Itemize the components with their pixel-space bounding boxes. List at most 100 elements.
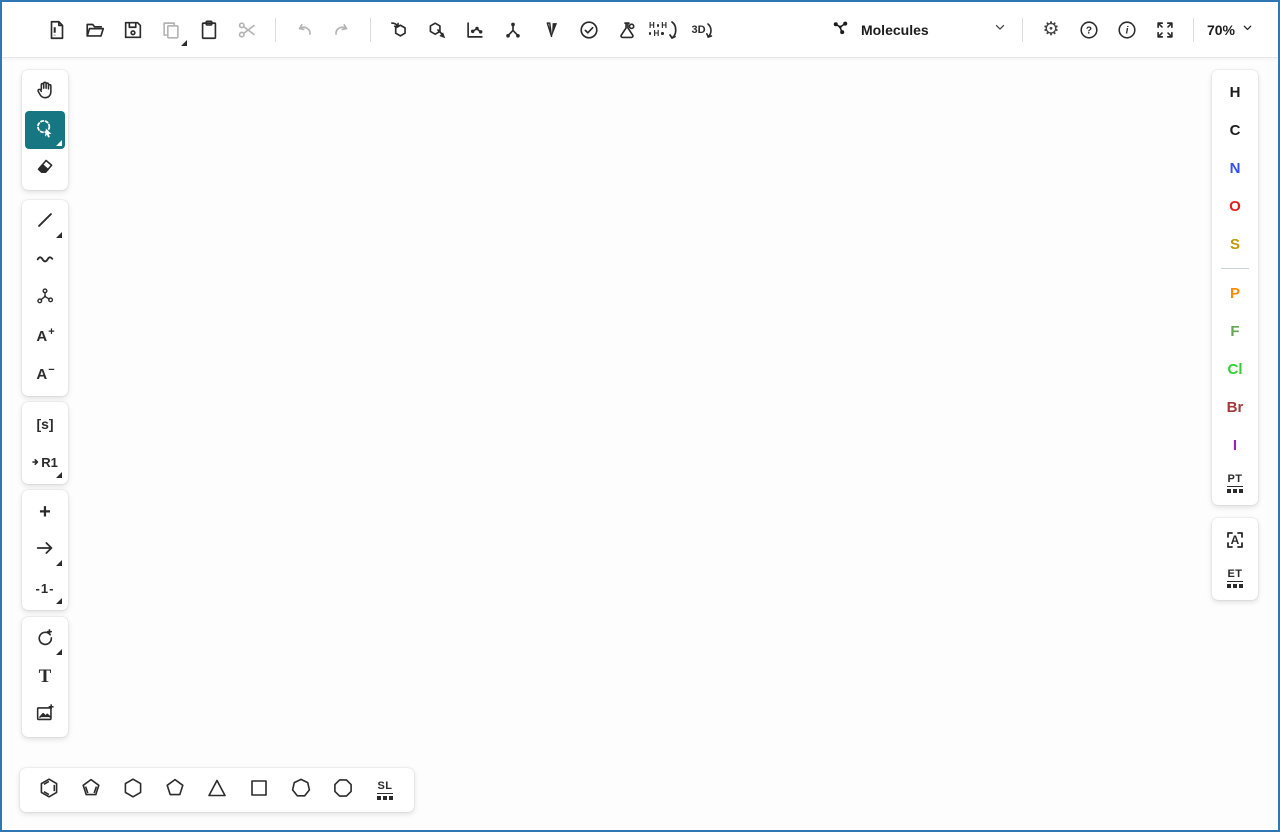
cycloheptane-icon: [289, 776, 313, 805]
clean-up-button[interactable]: [494, 11, 532, 49]
layout-button[interactable]: [456, 11, 494, 49]
paste-icon: [198, 19, 220, 41]
calculated-values-button[interactable]: [608, 11, 646, 49]
cyclopentadiene-icon: [79, 776, 103, 805]
rotate-tool-button[interactable]: [25, 620, 65, 658]
dearomatize-icon: [426, 19, 448, 41]
atom-button-o[interactable]: O: [1215, 187, 1255, 225]
clear-canvas-button[interactable]: [38, 11, 76, 49]
right-atom-panel: H C N O S P F Cl Br I PT: [1212, 70, 1258, 505]
enhanced-stereo-icon: [34, 285, 56, 312]
text-tool-button[interactable]: T: [25, 658, 65, 696]
charge-plus-button[interactable]: A+: [25, 317, 65, 355]
calculate-cip-button[interactable]: [532, 11, 570, 49]
chain-tool-button[interactable]: [25, 241, 65, 279]
left-toolbar-select-group: [22, 70, 68, 190]
atom-button-br[interactable]: Br: [1215, 388, 1255, 426]
atom-button-h[interactable]: H: [1215, 73, 1255, 111]
explicit-hydrogens-button[interactable]: HH H: [646, 11, 684, 49]
molecules-icon: [831, 16, 853, 43]
atom-button-n[interactable]: N: [1215, 149, 1255, 187]
toolbar-divider: [1193, 18, 1194, 42]
zoom-value: 70%: [1207, 22, 1235, 38]
template-cyclooctane-button[interactable]: [322, 771, 364, 809]
atom-label: Cl: [1228, 361, 1243, 378]
aromatize-button[interactable]: [380, 11, 418, 49]
reaction-arrow-button[interactable]: [25, 531, 65, 569]
single-bond-icon: [34, 209, 56, 236]
reaction-mapping-button[interactable]: -1-: [25, 569, 65, 607]
template-toolbar: SL: [20, 768, 414, 812]
template-benzene-button[interactable]: [28, 771, 70, 809]
3d-viewer-icon: 3D: [691, 20, 714, 40]
check-circle-icon: [578, 19, 600, 41]
hand-tool-button[interactable]: [25, 73, 65, 111]
settings-button[interactable]: ⚙: [1032, 11, 1070, 49]
any-atom-button[interactable]: A: [1215, 521, 1255, 559]
atom-button-i[interactable]: I: [1215, 426, 1255, 464]
add-image-icon: [34, 702, 56, 729]
cyclobutane-icon: [247, 776, 271, 805]
check-structure-button[interactable]: [570, 11, 608, 49]
svg-text:?: ?: [1086, 25, 1092, 36]
s-group-tool-button[interactable]: [s]: [25, 405, 65, 443]
redo-button[interactable]: [323, 11, 361, 49]
drawing-canvas[interactable]: A+ A− [s] R1 + -1-: [4, 60, 1276, 828]
atom-label: N: [1230, 160, 1241, 177]
toolbar-divider: [370, 18, 371, 42]
reaction-plus-button[interactable]: +: [25, 493, 65, 531]
clean-up-icon: [502, 19, 524, 41]
rotate-icon: [34, 626, 56, 653]
about-button[interactable]: i: [1108, 11, 1146, 49]
chain-icon: [34, 247, 56, 274]
chevron-down-icon: [993, 20, 1007, 39]
mode-selector-dropdown[interactable]: Molecules: [825, 11, 1013, 49]
r-group-tool-button[interactable]: R1: [25, 443, 65, 481]
dearomatize-button[interactable]: [418, 11, 456, 49]
app-window: HH H 3D Molecules ⚙ ? i: [0, 0, 1280, 832]
add-image-button[interactable]: [25, 696, 65, 734]
erase-tool-button[interactable]: [25, 149, 65, 187]
template-cyclobutane-button[interactable]: [238, 771, 280, 809]
selection-tool-button[interactable]: [25, 111, 65, 149]
extended-table-button[interactable]: ET: [1215, 559, 1255, 597]
bond-tool-button[interactable]: [25, 203, 65, 241]
eraser-icon: [34, 155, 56, 182]
right-query-panel: A ET: [1212, 518, 1258, 600]
periodic-table-button[interactable]: PT: [1215, 464, 1255, 502]
template-cyclopentane-button[interactable]: [154, 771, 196, 809]
save-button[interactable]: [114, 11, 152, 49]
atom-button-f[interactable]: F: [1215, 312, 1255, 350]
open-button[interactable]: [76, 11, 114, 49]
r-group-icon: R1: [32, 455, 58, 470]
undo-icon: [293, 19, 315, 41]
atom-button-p[interactable]: P: [1215, 274, 1255, 312]
paste-button[interactable]: [190, 11, 228, 49]
template-cyclohexane-button[interactable]: [112, 771, 154, 809]
reaction-plus-icon: +: [39, 501, 51, 524]
3d-viewer-button[interactable]: 3D: [684, 11, 722, 49]
layout-icon: [464, 19, 486, 41]
atom-button-cl[interactable]: Cl: [1215, 350, 1255, 388]
atom-button-c[interactable]: C: [1215, 111, 1255, 149]
mode-selector-label: Molecules: [861, 22, 929, 38]
cut-button[interactable]: [228, 11, 266, 49]
stereochemistry-tool-button[interactable]: [25, 279, 65, 317]
template-cyclopentadiene-button[interactable]: [70, 771, 112, 809]
charge-minus-button[interactable]: A−: [25, 355, 65, 393]
template-cycloheptane-button[interactable]: [280, 771, 322, 809]
explicit-hydrogens-icon: HH H: [649, 20, 681, 40]
zoom-dropdown[interactable]: 70%: [1203, 11, 1258, 49]
undo-button[interactable]: [285, 11, 323, 49]
aromatize-icon: [388, 19, 410, 41]
template-cyclopropane-button[interactable]: [196, 771, 238, 809]
charge-minus-icon: A−: [36, 366, 53, 383]
help-button[interactable]: ?: [1070, 11, 1108, 49]
structure-library-button[interactable]: SL: [364, 771, 406, 809]
atom-button-s[interactable]: S: [1215, 225, 1255, 263]
s-group-icon: [s]: [36, 416, 53, 432]
fullscreen-button[interactable]: [1146, 11, 1184, 49]
redo-icon: [331, 19, 353, 41]
lasso-selection-icon: [34, 117, 56, 144]
copy-button[interactable]: [152, 11, 190, 49]
